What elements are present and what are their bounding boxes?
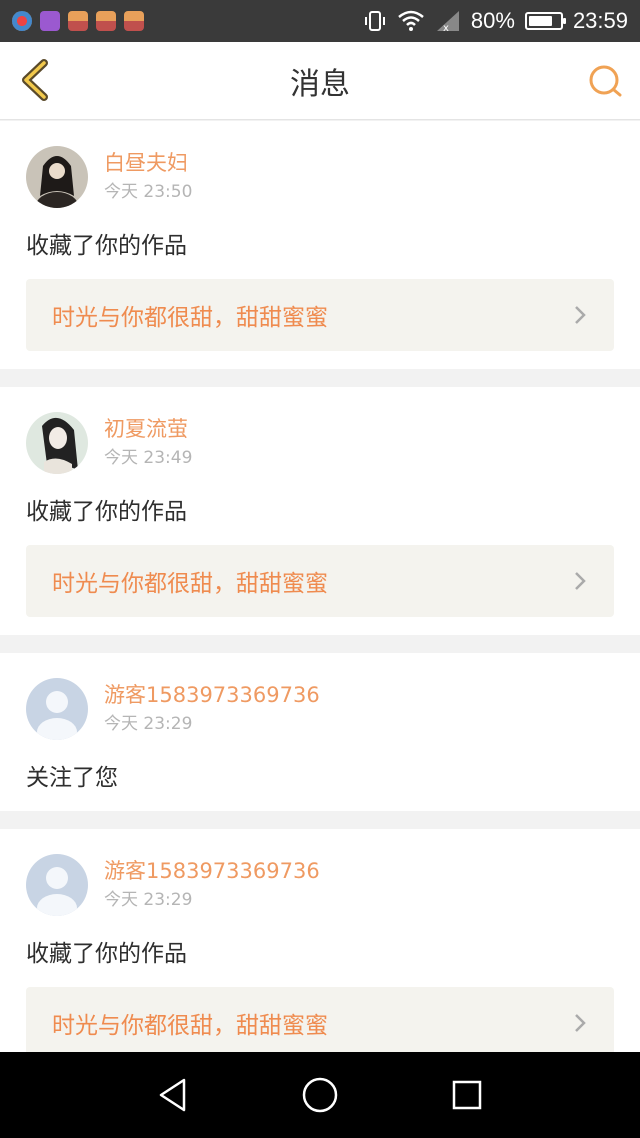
back-arrow-icon: [22, 59, 48, 101]
message-item: 游客1583973369736 今天 23:29 收藏了你的作品 时光与你都很甜…: [0, 829, 640, 1052]
action-text: 收藏了你的作品: [26, 233, 187, 259]
game-icon: [68, 11, 88, 31]
username[interactable]: 游客1583973369736: [104, 681, 320, 709]
search-button[interactable]: [586, 62, 626, 102]
avatar[interactable]: [26, 412, 88, 474]
message-user-row[interactable]: 初夏流萤 今天 23:49: [26, 411, 614, 475]
wifi-icon: [398, 10, 424, 31]
work-link[interactable]: 时光与你都很甜，甜甜蜜蜜: [26, 279, 614, 351]
message-user-row[interactable]: 白昼夫妇 今天 23:50: [26, 145, 614, 209]
work-link[interactable]: 时光与你都很甜，甜甜蜜蜜: [26, 987, 614, 1052]
circle-home-icon: [302, 1077, 338, 1113]
username[interactable]: 初夏流萤: [104, 415, 192, 443]
page-title: 消息: [290, 66, 350, 102]
message-list[interactable]: 白昼夫妇 今天 23:50 收藏了你的作品 时光与你都很甜，甜甜蜜蜜 初夏流萤 …: [0, 121, 640, 1052]
square-recents-icon: [452, 1080, 481, 1110]
message-user-row[interactable]: 游客1583973369736 今天 23:29: [26, 677, 614, 741]
chevron-right-icon: [575, 1014, 586, 1032]
avatar[interactable]: [26, 854, 88, 916]
avatar[interactable]: [26, 678, 88, 740]
username[interactable]: 游客1583973369736: [104, 857, 320, 885]
game-icon: [124, 11, 144, 31]
message-item: 初夏流萤 今天 23:49 收藏了你的作品 时光与你都很甜，甜甜蜜蜜: [0, 387, 640, 635]
work-link[interactable]: 时光与你都很甜，甜甜蜜蜜: [26, 545, 614, 617]
notification-icons: [12, 11, 363, 31]
avatar[interactable]: [26, 146, 88, 208]
top-bar: 消息: [0, 42, 640, 120]
timestamp: 今天 23:50: [104, 182, 193, 202]
timestamp: 今天 23:29: [104, 890, 193, 910]
nav-recents-button[interactable]: [445, 1073, 489, 1117]
system-nav-bar: [0, 1052, 640, 1138]
svg-text:x: x: [443, 23, 449, 32]
action-text: 收藏了你的作品: [26, 499, 187, 525]
battery-icon: [524, 12, 566, 30]
app-icon: [12, 11, 32, 31]
clock: 23:59: [572, 8, 628, 33]
signal-icon: x: [436, 11, 459, 32]
chevron-right-icon: [575, 572, 586, 590]
action-text: 收藏了你的作品: [26, 941, 187, 967]
timestamp: 今天 23:49: [104, 448, 193, 468]
nav-home-button[interactable]: [298, 1073, 342, 1117]
nav-back-button[interactable]: [151, 1073, 195, 1117]
action-text: 关注了您: [26, 765, 118, 791]
vibrate-icon: [364, 11, 385, 31]
work-title: 时光与你都很甜，甜甜蜜蜜: [52, 571, 328, 597]
timestamp: 今天 23:29: [104, 714, 193, 734]
battery-percent: 80%: [470, 8, 515, 33]
work-title: 时光与你都很甜，甜甜蜜蜜: [52, 305, 328, 331]
search-icon: [589, 65, 622, 97]
back-button[interactable]: [16, 58, 60, 102]
gallery-icon: [40, 11, 60, 31]
message-item: 白昼夫妇 今天 23:50 收藏了你的作品 时光与你都很甜，甜甜蜜蜜: [0, 121, 640, 369]
message-item: 游客1583973369736 今天 23:29 关注了您: [0, 653, 640, 811]
chevron-right-icon: [575, 306, 586, 324]
username[interactable]: 白昼夫妇: [104, 149, 192, 177]
status-bar: x 80% 23:59: [0, 0, 640, 42]
game-icon: [96, 11, 116, 31]
work-title: 时光与你都很甜，甜甜蜜蜜: [52, 1013, 328, 1039]
triangle-back-icon: [160, 1078, 186, 1112]
message-user-row[interactable]: 游客1583973369736 今天 23:29: [26, 853, 614, 917]
